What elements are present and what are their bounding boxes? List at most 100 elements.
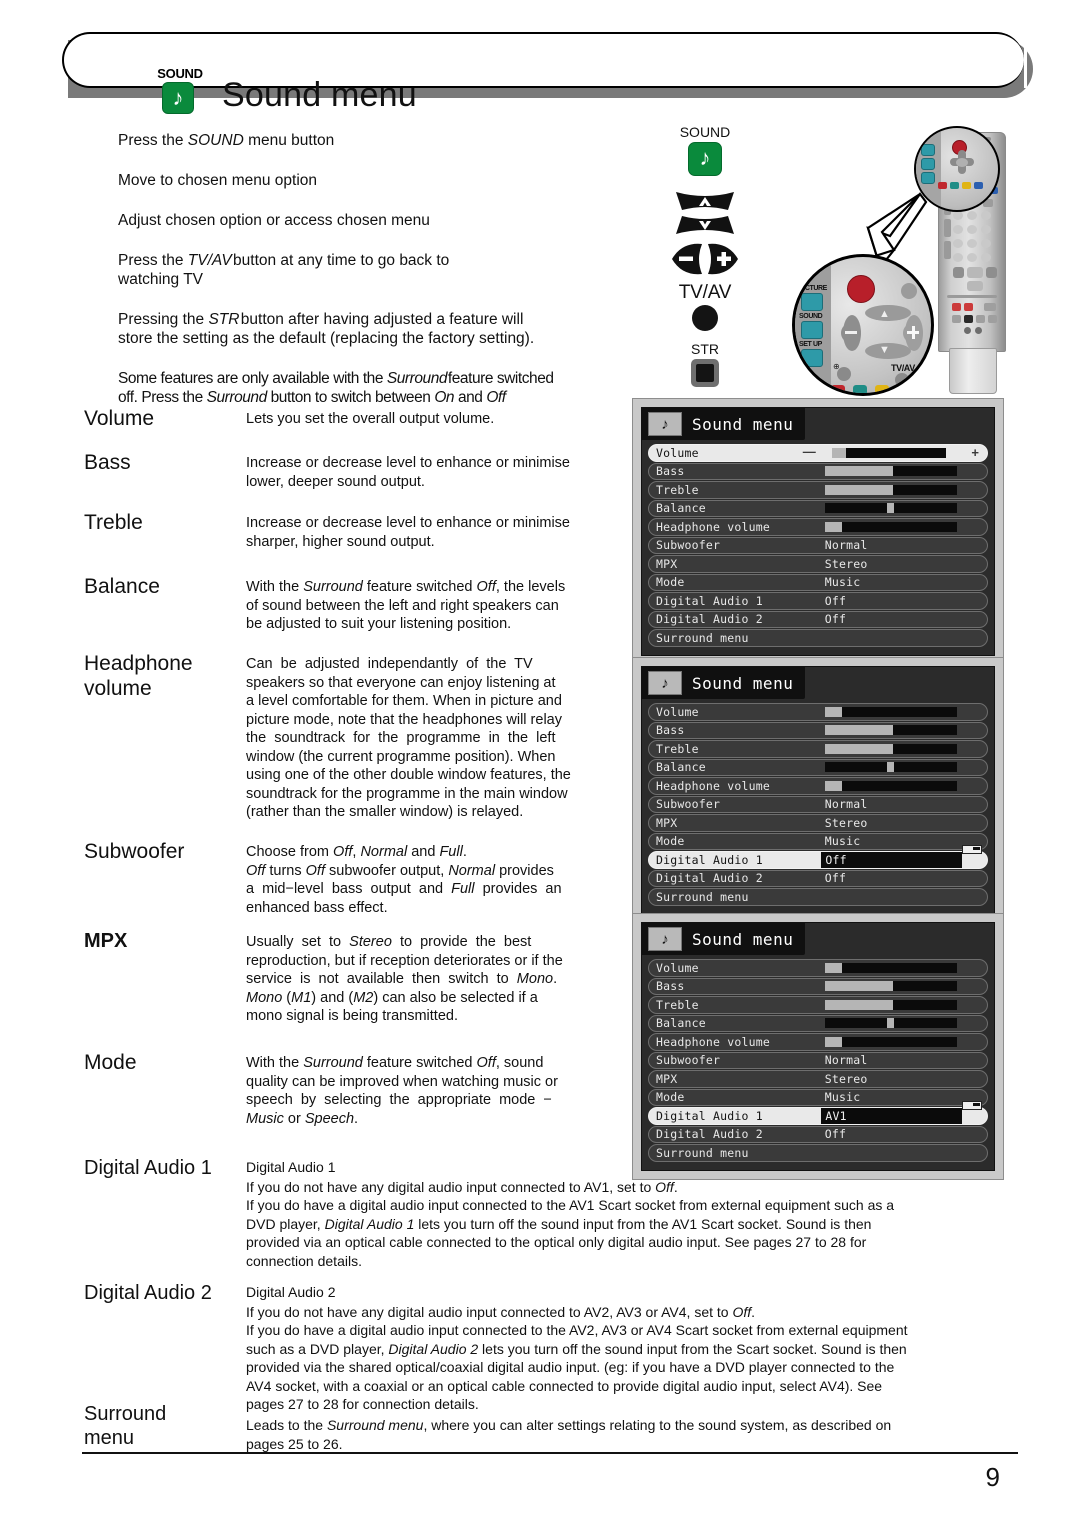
- osd-row-digital-audio-2[interactable]: Digital Audio 2 Off: [648, 869, 988, 887]
- osd-screen-3: ♪ Sound menu Volume Bass Treble Balance Headph…: [632, 913, 1004, 1180]
- osd-row-headphone-volume[interactable]: Headphone volume: [648, 518, 988, 536]
- volume-increase-icon[interactable]: +: [971, 446, 979, 459]
- osd-screen-2: ♪ Sound menu Volume Bass Treble Balance Headph…: [632, 657, 1004, 924]
- magnified-label-tvav: TV/AV: [891, 363, 915, 373]
- osd-row-balance[interactable]: Balance: [648, 758, 988, 776]
- osd-row-headphone-volume[interactable]: Headphone volume: [648, 777, 988, 795]
- osd-value-box[interactable]: AV1: [821, 1108, 962, 1124]
- osd-slider[interactable]: [824, 706, 957, 717]
- block-body: Digital Audio 2 If you do not have any d…: [246, 1283, 1080, 1414]
- osd-row-bass[interactable]: Bass: [648, 977, 988, 995]
- magnified-label-picture: PICTURE: [799, 285, 827, 292]
- osd-row-surround-menu[interactable]: Surround menu: [648, 629, 988, 647]
- osd-row-subwoofer[interactable]: Subwoofer Normal: [648, 1051, 988, 1069]
- block-name: Surround menu: [84, 1403, 167, 1449]
- legend-sound-label: SOUND: [679, 124, 731, 140]
- osd-row-label: Subwoofer: [656, 1053, 721, 1068]
- feature-name: Mode: [84, 1051, 137, 1074]
- osd-inner: ♪ Sound menu Volume Bass Treble Balance Headph…: [641, 922, 995, 1171]
- osd-balance-slider[interactable]: [824, 762, 957, 773]
- osd-slider[interactable]: [824, 521, 957, 532]
- feature-name: Volume: [84, 407, 155, 430]
- osd-slider-fill: [824, 743, 894, 754]
- osd-row-label: Balance: [656, 501, 706, 516]
- osd-row-volume[interactable]: Volume: [648, 703, 988, 721]
- osd-inner: ♪ Sound menu Volume Bass Treble Balance Headph…: [641, 666, 995, 915]
- osd-row-headphone-volume[interactable]: Headphone volume: [648, 1033, 988, 1051]
- osd-slider[interactable]: [824, 962, 957, 973]
- osd-value-text: Music: [824, 575, 861, 590]
- osd-slider[interactable]: [824, 743, 957, 754]
- osd-row-digital-audio-1[interactable]: Digital Audio 1 Off: [648, 845, 988, 869]
- osd-row-surround-menu[interactable]: Surround menu: [648, 888, 988, 906]
- osd-row-digital-audio-1[interactable]: Digital Audio 1 AV1: [648, 1101, 988, 1125]
- osd-row-digital-audio-2[interactable]: Digital Audio 2 Off: [648, 610, 988, 628]
- osd-row-list: Volume Bass Treble Balance Headphone volume S…: [642, 957, 994, 1162]
- osd-row-treble[interactable]: Treble: [648, 996, 988, 1014]
- osd-row-volume[interactable]: Volume — +: [648, 444, 988, 462]
- osd-row-mode[interactable]: Mode Music: [648, 832, 988, 850]
- osd-slider[interactable]: [824, 780, 957, 791]
- osd-row-bass[interactable]: Bass: [648, 721, 988, 739]
- osd-title: Sound menu: [692, 673, 794, 693]
- osd-slider[interactable]: [824, 1036, 957, 1047]
- osd-row-label: Mode: [656, 1090, 685, 1105]
- osd-row-digital-audio-2[interactable]: Digital Audio 2 Off: [648, 1125, 988, 1143]
- osd-value-text: Stereo: [824, 1071, 868, 1086]
- osd-row-list: Volume Bass Treble Balance Headphone volume S…: [642, 701, 994, 906]
- osd-row-mpx[interactable]: MPX Stereo: [648, 555, 988, 573]
- osd-row-label: Treble: [656, 482, 699, 497]
- osd-slider[interactable]: [824, 999, 957, 1010]
- osd-row-label: MPX: [656, 815, 678, 830]
- osd-row-subwoofer[interactable]: Subwoofer Normal: [648, 536, 988, 554]
- osd-row-label: Subwoofer: [656, 538, 721, 553]
- osd-slider-fill: [831, 447, 847, 458]
- osd-balance-knob[interactable]: [887, 762, 895, 773]
- osd-titlebar: ♪ Sound menu: [642, 667, 994, 701]
- osd-row-surround-menu[interactable]: Surround menu: [648, 1144, 988, 1162]
- feature-desc: Choose from Off, Normal and Full. Off tur…: [246, 844, 562, 916]
- osd-option-indicator: [962, 845, 982, 854]
- osd-row-mpx[interactable]: MPX Stereo: [648, 814, 988, 832]
- osd-row-treble[interactable]: Treble: [648, 740, 988, 758]
- minus-plus-buttons-icon: [666, 240, 744, 278]
- osd-row-label: MPX: [656, 556, 678, 571]
- manual-page: SOUND ♪ Sound menu Press the SOUND menu …: [0, 0, 1080, 1528]
- osd-row-mpx[interactable]: MPX Stereo: [648, 1070, 988, 1088]
- osd-slider[interactable]: [824, 466, 957, 477]
- osd-row-mode[interactable]: Mode Music: [648, 1088, 988, 1106]
- osd-slider-fill: [824, 999, 894, 1010]
- osd-slider[interactable]: [824, 484, 957, 495]
- osd-balance-slider[interactable]: [824, 503, 957, 514]
- osd-row-label: Surround menu: [656, 630, 749, 645]
- feature-name: Subwoofer: [84, 840, 185, 863]
- osd-title-box: ♪ Sound menu: [642, 923, 806, 955]
- osd-balance-knob[interactable]: [887, 503, 895, 514]
- osd-balance-slider[interactable]: [824, 1018, 957, 1029]
- page-number: 9: [985, 1462, 1000, 1492]
- osd-slider[interactable]: [824, 725, 957, 736]
- osd-row-digital-audio-1[interactable]: Digital Audio 1 Off: [648, 592, 988, 610]
- osd-row-volume[interactable]: Volume: [648, 959, 988, 977]
- osd-row-label: Treble: [656, 997, 699, 1012]
- osd-slider[interactable]: [824, 981, 957, 992]
- music-note-icon: ♪: [648, 412, 682, 436]
- music-note-icon: ♪: [162, 82, 194, 114]
- osd-row-mode[interactable]: Mode Music: [648, 573, 988, 591]
- volume-decrease-icon[interactable]: —: [803, 445, 816, 458]
- osd-row-label: Headphone volume: [656, 1034, 770, 1049]
- osd-row-bass[interactable]: Bass: [648, 462, 988, 480]
- block-name: Digital Audio 2: [84, 1282, 212, 1304]
- osd-value-box[interactable]: Off: [821, 852, 962, 868]
- osd-row-balance[interactable]: Balance: [648, 499, 988, 517]
- feature-desc: Increase or decrease level to enhance or…: [246, 515, 570, 550]
- osd-row-balance[interactable]: Balance: [648, 1014, 988, 1032]
- osd-slider[interactable]: [831, 447, 947, 458]
- osd-balance-knob[interactable]: [887, 1018, 895, 1029]
- legend-str-label: STR: [691, 341, 719, 357]
- osd-row-label: Treble: [656, 741, 699, 756]
- osd-value-text: Music: [824, 834, 861, 849]
- osd-value-text: Off: [825, 852, 847, 867]
- osd-row-subwoofer[interactable]: Subwoofer Normal: [648, 795, 988, 813]
- osd-row-treble[interactable]: Treble: [648, 481, 988, 499]
